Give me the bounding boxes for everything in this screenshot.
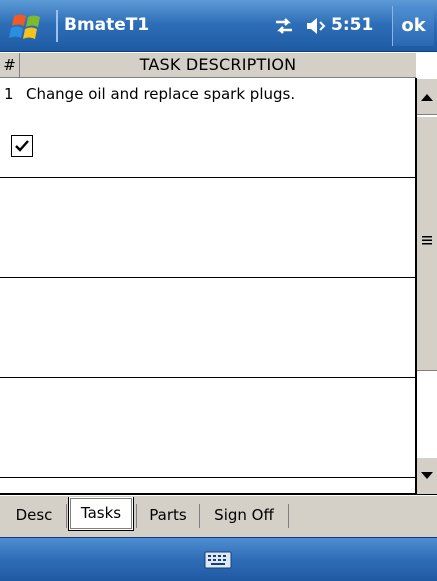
column-header-number[interactable]: # (0, 53, 20, 77)
task-grid: # TASK DESCRIPTION 1 Change oil and repl… (0, 53, 437, 495)
row-description: Change oil and replace spark plugs. (26, 85, 296, 103)
tab-parts[interactable]: Parts (138, 499, 198, 531)
tab-desc[interactable]: Desc (2, 499, 66, 531)
device-screen: BmateT1 5:51 ok # TASK DESCRIPTION 1 Cha… (0, 0, 437, 581)
scroll-thumb[interactable] (417, 116, 437, 371)
title-separator (56, 10, 58, 42)
tab-separator (288, 504, 289, 528)
table-row[interactable] (0, 378, 416, 478)
task-complete-checkbox[interactable] (11, 135, 33, 157)
ok-button[interactable]: ok (392, 6, 434, 46)
tab-sign-off[interactable]: Sign Off (201, 499, 287, 531)
windows-start-icon[interactable] (8, 10, 48, 44)
table-row[interactable]: 1 Change oil and replace spark plugs. (0, 78, 416, 178)
tab-separator (199, 504, 200, 528)
tab-separator (66, 504, 67, 528)
table-row[interactable] (0, 278, 416, 378)
tab-separator (136, 504, 137, 528)
row-number: 1 (4, 85, 14, 103)
checkmark-icon (15, 140, 29, 152)
keyboard-icon[interactable] (204, 550, 232, 570)
title-bar: BmateT1 5:51 ok (0, 0, 437, 52)
arrow-down-icon (421, 472, 433, 479)
grip-icon (422, 236, 432, 245)
arrow-up-icon (421, 94, 433, 101)
scroll-up-button[interactable] (417, 78, 437, 115)
vertical-scrollbar[interactable] (416, 78, 437, 494)
menu-bar (0, 537, 437, 581)
scroll-down-button[interactable] (417, 457, 437, 494)
column-header-description[interactable]: TASK DESCRIPTION (20, 53, 416, 77)
tab-tasks[interactable]: Tasks (68, 497, 134, 531)
table-row[interactable] (0, 178, 416, 278)
app-title: BmateT1 (64, 15, 150, 35)
clock: 5:51 (331, 15, 374, 35)
connectivity-icon[interactable] (272, 15, 296, 37)
volume-icon[interactable] (305, 15, 327, 37)
table-row[interactable] (0, 478, 416, 494)
tab-strip: Desc Tasks Parts Sign Off (0, 495, 437, 537)
grid-rows: 1 Change oil and replace spark plugs. (0, 78, 416, 494)
grid-header: # TASK DESCRIPTION (0, 53, 416, 78)
